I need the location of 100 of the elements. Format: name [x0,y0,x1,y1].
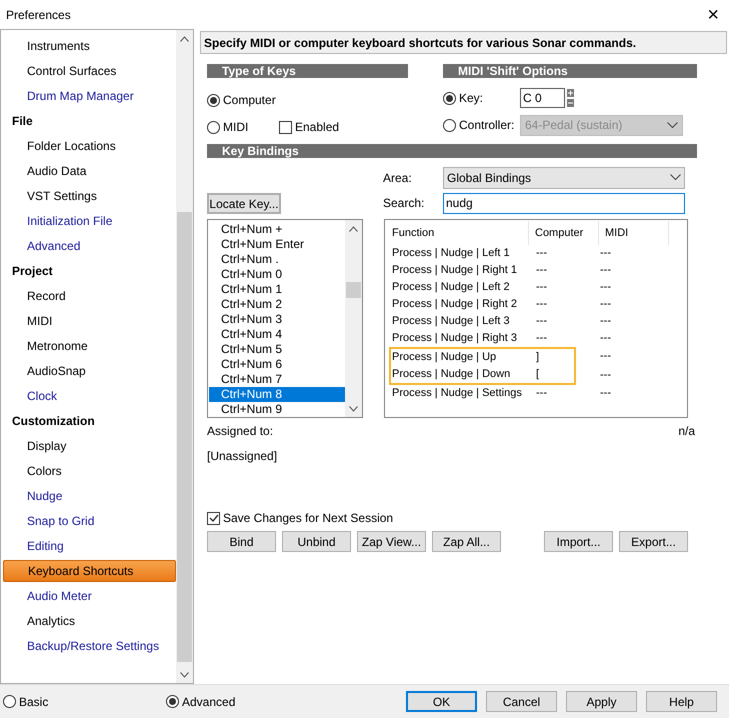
button[interactable]: Export... [619,531,688,552]
radio-label: Basic [19,694,48,710]
sidebar-item[interactable]: Advanced [3,234,176,256]
table-row[interactable]: Process | Nudge | Left 1 --- [389,245,576,262]
radio-label: Advanced [182,694,236,710]
sidebar-item[interactable]: Keyboard Shortcuts [3,560,176,582]
table-row[interactable]: Process | Nudge | Left 3 --- [389,313,576,330]
chevron-down-icon [670,174,681,181]
sidebar-item[interactable]: Editing [3,534,176,556]
dialog-button[interactable]: OK [406,691,477,712]
table-row[interactable]: Process | Nudge | Right 2 --- [389,296,576,313]
table-cell-text: Process | Nudge | Right 2 [391,297,518,312]
key-list-item[interactable]: Ctrl+Num 2 [209,297,345,312]
table-row[interactable]: Process | Nudge | Right 1 --- [389,262,576,279]
dialog-button[interactable]: Cancel [486,691,557,712]
checkbox[interactable] [207,512,220,524]
description-banner: Specify MIDI or computer keyboard shortcuts for various Sonar commands. [200,31,727,54]
sidebar-heading: Customization [12,412,95,430]
radio-button[interactable] [207,94,220,106]
table-row[interactable]: Process | Nudge | Left 2 --- [389,279,576,296]
scrollbar-thumb[interactable] [177,212,192,662]
chevron-down-icon [349,406,358,412]
key-list-item[interactable]: Ctrl+Num 6 [209,357,345,372]
sidebar-heading: File [12,112,33,130]
button[interactable]: Unbind [282,531,351,552]
sidebar-item[interactable]: Analytics [3,610,176,632]
table-cell-text: --- [599,314,612,329]
key-list-item[interactable]: Ctrl+Num 7 [209,372,345,387]
scrollbar[interactable] [176,30,193,683]
key-list-item[interactable]: Ctrl+Num 9 [209,402,345,417]
radio-button[interactable] [3,695,16,708]
chevron-up-icon [180,36,189,42]
key-list-item[interactable]: Ctrl+Num 8 [209,387,345,402]
column-header[interactable]: Function [389,221,529,245]
sidebar-item-label: Editing [27,538,64,554]
column-header[interactable]: MIDI [599,221,669,245]
scrollbar[interactable] [345,220,362,417]
scrollbar-thumb[interactable] [346,282,361,298]
radio-button[interactable] [207,120,220,134]
button[interactable]: Locate Key... [207,193,281,214]
sidebar-item[interactable]: Instruments [3,34,176,56]
sidebar-item-label: Control Surfaces [27,62,116,80]
table-cell-text: --- [599,297,612,312]
table-cell-text: --- [599,386,612,401]
assigned-function: [Unassigned] [207,449,278,463]
key-list-item[interactable]: Ctrl+Num 3 [209,312,345,327]
sidebar-item[interactable]: Drum Map Manager [3,84,176,106]
button[interactable]: Import... [544,531,613,552]
sidebar-item[interactable]: Clock [3,384,176,406]
sidebar-item[interactable]: Audio Data [3,160,176,182]
radio-button[interactable] [443,92,456,104]
table-cell-text: --- [535,263,548,278]
sidebar-item[interactable]: Backup/Restore Settings [3,634,176,656]
assigned-value: n/a [678,423,695,440]
area-dropdown[interactable]: Global Bindings [443,166,685,188]
key-list-item[interactable]: Ctrl+Num 5 [209,342,345,357]
button[interactable]: Zap All... [432,531,501,552]
button[interactable]: Bind [207,531,276,552]
sidebar-item[interactable]: Control Surfaces [3,60,176,82]
key-list-item[interactable]: Ctrl+Num 0 [209,267,345,282]
sidebar-item[interactable]: Snap to Grid [3,510,176,532]
table-cell-text: Process | Nudge | Right 1 [391,263,518,278]
column-header[interactable]: Computer [529,221,599,245]
key-list-item[interactable]: Ctrl+Num . [209,252,345,267]
search-field[interactable]: nudg [443,192,685,214]
table-cell-text: [ [535,367,540,382]
table-row[interactable]: Process | Nudge | Settings --- [389,385,576,402]
checkbox[interactable] [279,120,292,134]
spinner-icon[interactable] [567,89,574,107]
table-row[interactable]: Process | Nudge | Down [ [389,366,576,385]
sidebar-item[interactable]: Display [3,434,176,456]
close-button[interactable]: × [707,4,719,24]
radio-button[interactable] [166,695,179,708]
sidebar-item[interactable]: Audio Meter [3,584,176,606]
table-row[interactable]: Process | Nudge | Up ] [389,347,576,366]
sidebar-item[interactable]: Colors [3,460,176,482]
table-cell-text: Process | Nudge | Down [391,367,512,382]
sidebar-item[interactable]: Initialization File [3,210,176,232]
key-list-item[interactable]: Ctrl+Num 1 [209,282,345,297]
sidebar-item[interactable]: MIDI [3,310,176,332]
key-list-item[interactable]: Ctrl+Num 4 [209,327,345,342]
key-list-item[interactable]: Ctrl+Num + [209,222,345,237]
sidebar-item[interactable]: Record [3,284,176,306]
sidebar-item-label: MIDI [27,312,52,330]
table-row[interactable]: Process | Nudge | Right 3 --- [389,330,576,347]
sidebar-item[interactable]: Metronome [3,334,176,356]
key-list-item[interactable]: Ctrl+Num Enter [209,237,345,252]
sidebar-item[interactable]: Folder Locations [3,134,176,156]
table-cell-text: --- [599,331,612,346]
sidebar-item-label: Colors [27,462,62,480]
dialog-button[interactable]: Apply [566,691,637,712]
dialog-button[interactable]: Help [646,691,717,712]
key-field[interactable]: C 0 [520,88,565,108]
sidebar-item-label: Instruments [27,38,90,54]
radio-label: Computer [223,92,276,109]
sidebar-item[interactable]: VST Settings [3,184,176,206]
button[interactable]: Zap View... [357,531,426,552]
sidebar-item[interactable]: AudioSnap [3,360,176,382]
sidebar-item[interactable]: Nudge [3,484,176,506]
sidebar-item-label: Clock [27,388,58,404]
